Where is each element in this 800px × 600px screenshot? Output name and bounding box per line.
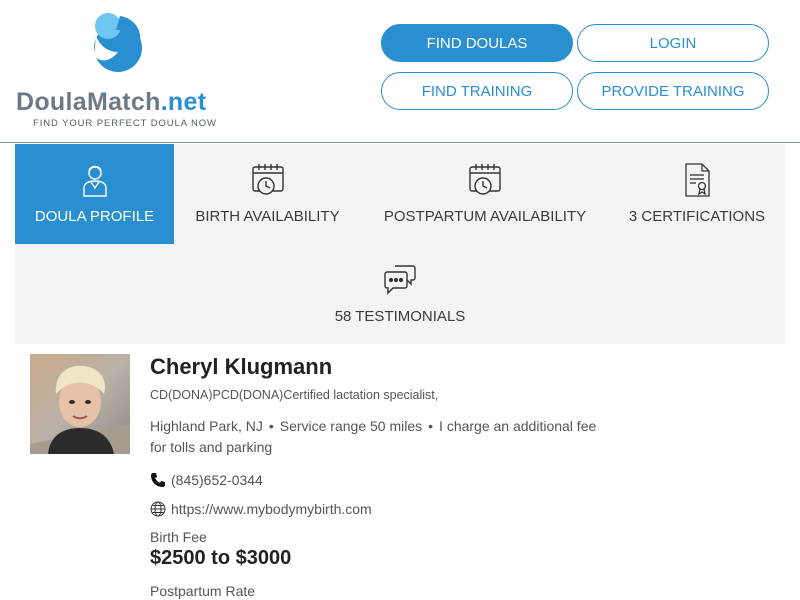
calendar-clock-icon (469, 164, 501, 195)
provide-training-button[interactable]: PROVIDE TRAINING (577, 72, 769, 110)
separator-dot: • (428, 418, 434, 434)
postpartum-rate-label: Postpartum Rate (150, 583, 256, 599)
calendar-clock-icon (251, 164, 284, 195)
logo-tagline: FIND YOUR PERFECT DOULA NOW (33, 118, 217, 129)
tab-certifications[interactable]: 3 CERTIFICATIONS (609, 144, 785, 244)
phone-icon (151, 473, 165, 487)
phone-number[interactable]: (845)652-0344 (171, 472, 263, 488)
extra-fee-text-cont: for tolls and parking (150, 439, 273, 455)
doula-name: Cheryl Klugmann (150, 354, 333, 379)
site-header: DoulaMatch.net FIND YOUR PERFECT DOULA N… (0, 0, 800, 143)
tab-birth-availability[interactable]: BIRTH AVAILABILITY (174, 144, 361, 244)
logo-drop-icon (94, 13, 142, 72)
website-link[interactable]: https://www.mybodymybirth.com (171, 501, 372, 517)
tab-label: DOULA PROFILE (34, 208, 155, 225)
site-logo[interactable]: DoulaMatch.net FIND YOUR PERFECT DOULA N… (16, 12, 226, 132)
location-text: Highland Park, NJ (150, 418, 263, 434)
extra-fee-text: I charge an additional fee (439, 418, 597, 434)
birth-fee-value: $2500 to $3000 (150, 547, 292, 569)
separator-dot: • (268, 418, 274, 434)
chat-bubbles-icon (384, 265, 416, 295)
find-training-button[interactable]: FIND TRAINING (381, 72, 573, 110)
doula-credentials: CD(DONA)PCD(DONA)Certified lactation spe… (150, 388, 439, 402)
doula-location-info: Highland Park, NJ • Service range 50 miles… (150, 416, 640, 458)
service-range-text: Service range 50 miles (279, 418, 423, 434)
profile-photo (30, 354, 130, 454)
tab-label: 58 TESTIMONIALS (334, 308, 466, 325)
login-button[interactable]: LOGIN (577, 24, 769, 62)
profile-tabs: DOULA PROFILE BIRTH AVAILABILITY POSTPAR… (15, 144, 785, 344)
globe-icon (150, 501, 166, 517)
phone-row[interactable]: (845)652-0344 (150, 472, 263, 488)
website-row[interactable]: https://www.mybodymybirth.com (150, 501, 372, 517)
tab-doula-profile[interactable]: DOULA PROFILE (15, 144, 174, 244)
logo-wordmark: DoulaMatch.net (16, 88, 207, 116)
tab-label: 3 CERTIFICATIONS (628, 208, 766, 225)
tab-label: BIRTH AVAILABILITY (195, 208, 340, 225)
birth-fee-label: Birth Fee (150, 529, 207, 545)
find-doulas-button[interactable]: FIND DOULAS (381, 24, 573, 62)
doula-person-icon (82, 165, 107, 197)
certificate-icon (685, 163, 710, 197)
tab-testimonials[interactable]: 58 TESTIMONIALS (285, 244, 515, 344)
tab-label: POSTPARTUM AVAILABILITY (383, 208, 587, 225)
tab-postpartum-availability[interactable]: POSTPARTUM AVAILABILITY (361, 144, 609, 244)
